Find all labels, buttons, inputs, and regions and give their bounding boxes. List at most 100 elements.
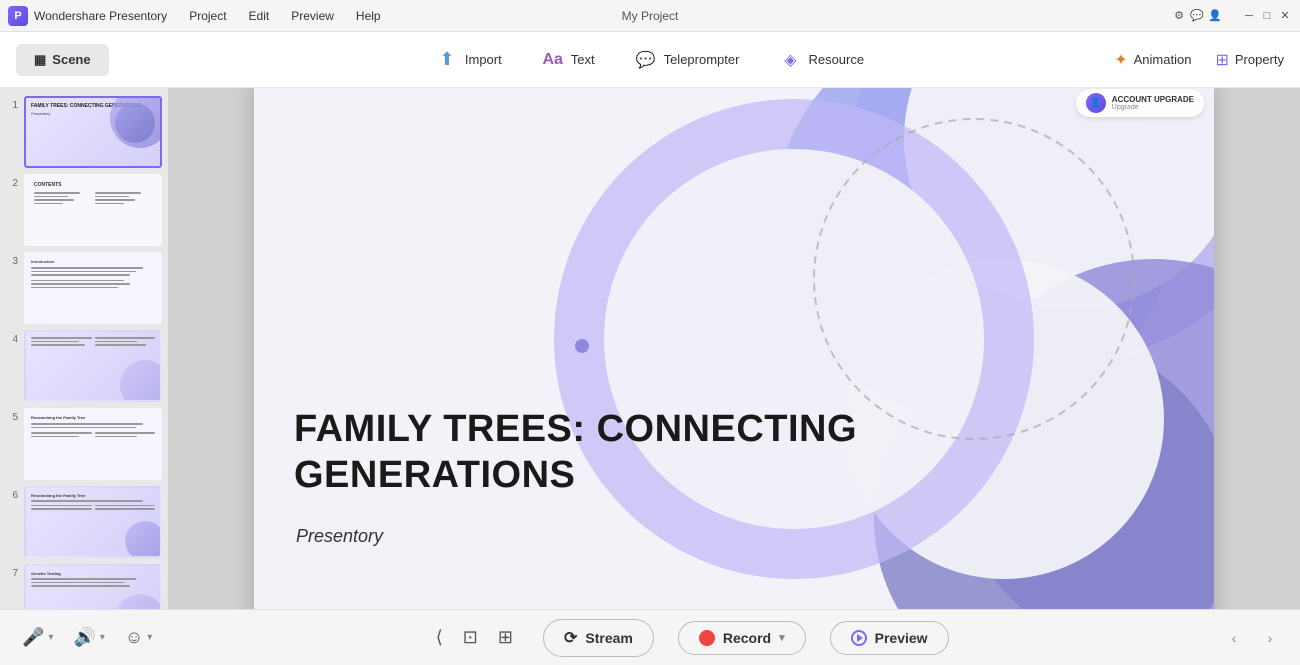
- toolbar-teleprompter[interactable]: 💬 Teleprompter: [631, 43, 744, 77]
- scene-icon: ▦: [34, 52, 46, 68]
- play-triangle: [857, 634, 863, 642]
- teleprompter-icon: 💬: [635, 49, 657, 71]
- slide-number-7: 7: [6, 564, 18, 579]
- toolbar-import[interactable]: ⬆ Import: [432, 43, 506, 77]
- minimize-button[interactable]: ─: [1242, 9, 1256, 23]
- main-content: 1 FAMILY TREES: CONNECTING GENERATIONS P…: [0, 88, 1300, 609]
- text-icon: Aa: [542, 49, 564, 71]
- animation-label: Animation: [1134, 52, 1192, 67]
- scene-button[interactable]: ▦ Scene: [16, 44, 109, 76]
- slide-subtitle: Presentory: [296, 526, 383, 547]
- slide-prev-icon[interactable]: ⟨: [430, 623, 449, 652]
- toolbar-text[interactable]: Aa Text: [538, 43, 599, 77]
- volume-chevron: ▾: [100, 632, 105, 643]
- preview-label: Preview: [875, 630, 928, 646]
- toolbar: ▦ Scene ⬆ Import Aa Text 💬 Teleprompter …: [0, 32, 1300, 88]
- volume-button[interactable]: 🔊 ▾: [67, 623, 110, 652]
- menu-preview[interactable]: Preview: [281, 6, 344, 26]
- import-label: Import: [465, 52, 502, 67]
- mic-icon: 🎤: [22, 627, 44, 648]
- volume-icon: 🔊: [73, 627, 95, 648]
- account-badge[interactable]: 👤 ACCOUNT UPGRADE Upgrade: [1076, 89, 1204, 117]
- slide-controls: ⟨ ⊡ ⊞: [430, 623, 519, 652]
- bottom-bar: 🎤 ▾ 🔊 ▾ ☺ ▾ ⟨ ⊡ ⊞ ⟳ Stream Record ▾: [0, 609, 1300, 665]
- slide-thumb-2[interactable]: CONTENTS: [24, 174, 162, 246]
- slide-number-5: 5: [6, 408, 18, 423]
- mic-button[interactable]: 🎤 ▾: [16, 623, 59, 652]
- nav-prev-button[interactable]: ‹: [1220, 624, 1248, 652]
- title-bar-left: P Wondershare Presentory Project Edit Pr…: [8, 6, 391, 26]
- bottom-center: ⟨ ⊡ ⊞ ⟳ Stream Record ▾ Preview: [430, 619, 949, 657]
- window-title: My Project: [622, 9, 679, 23]
- slide-item-4[interactable]: 4: [6, 330, 162, 402]
- slide-number-4: 4: [6, 330, 18, 345]
- emoji-chevron: ▾: [147, 632, 152, 643]
- toolbar-resource[interactable]: ◈ Resource: [775, 43, 868, 77]
- toolbar-center: ⬆ Import Aa Text 💬 Teleprompter ◈ Resour…: [432, 43, 868, 77]
- stream-label: Stream: [585, 630, 632, 646]
- menu-project[interactable]: Project: [179, 6, 236, 26]
- slide-panel-icon[interactable]: ⊡: [457, 623, 484, 652]
- resource-icon: ◈: [779, 49, 801, 71]
- app-name: Wondershare Presentory: [34, 9, 167, 23]
- slide-number-2: 2: [6, 174, 18, 189]
- resource-label: Resource: [808, 52, 864, 67]
- slide-number-6: 6: [6, 486, 18, 501]
- preview-icon: [851, 630, 867, 646]
- text-label: Text: [571, 52, 595, 67]
- slide-item-7[interactable]: 7 Genetic Testing: [6, 564, 162, 609]
- slide-thumb-1[interactable]: FAMILY TREES: CONNECTING GENERATIONS Pre…: [24, 96, 162, 168]
- teleprompter-label: Teleprompter: [664, 52, 740, 67]
- property-label: Property: [1235, 52, 1284, 67]
- toolbar-right: ✦ Animation ⊞ Property: [1114, 50, 1284, 70]
- slide-item-2[interactable]: 2 CONTENTS: [6, 174, 162, 246]
- slide-thumb-6[interactable]: Researching the Family Tree: [24, 486, 162, 558]
- canvas-area: FAMILY TREES: CONNECTING GENERATIONS Pre…: [168, 88, 1300, 609]
- nav-next-button[interactable]: ›: [1256, 624, 1284, 652]
- toolbar-left: ▦ Scene: [16, 44, 109, 76]
- animation-button[interactable]: ✦ Animation: [1114, 50, 1191, 70]
- settings-icon[interactable]: ⚙: [1172, 9, 1186, 23]
- record-button[interactable]: Record ▾: [678, 621, 806, 655]
- menu-bar: Project Edit Preview Help: [179, 6, 390, 26]
- bottom-left: 🎤 ▾ 🔊 ▾ ☺ ▾: [16, 623, 158, 652]
- slide-title: FAMILY TREES: CONNECTING GENERATIONS: [294, 407, 1054, 498]
- record-label: Record: [723, 630, 771, 646]
- app-logo: P Wondershare Presentory: [8, 6, 167, 26]
- slide-item-6[interactable]: 6 Researching the Family Tree: [6, 486, 162, 558]
- close-button[interactable]: ✕: [1278, 9, 1292, 23]
- title-bar-right: ⚙ 💬 👤 ─ □ ✕: [1172, 9, 1292, 23]
- maximize-button[interactable]: □: [1260, 9, 1274, 23]
- title-bar: P Wondershare Presentory Project Edit Pr…: [0, 0, 1300, 32]
- property-icon: ⊞: [1215, 50, 1228, 70]
- slide-item-1[interactable]: 1 FAMILY TREES: CONNECTING GENERATIONS P…: [6, 96, 162, 168]
- slide-thumb-7[interactable]: Genetic Testing: [24, 564, 162, 609]
- mic-chevron: ▾: [48, 632, 53, 643]
- slide-thumb-4[interactable]: [24, 330, 162, 402]
- slide-next-icon[interactable]: ⊞: [492, 623, 519, 652]
- stream-button[interactable]: ⟳ Stream: [543, 619, 654, 657]
- slide-panel[interactable]: 1 FAMILY TREES: CONNECTING GENERATIONS P…: [0, 88, 168, 609]
- emoji-button[interactable]: ☺ ▾: [119, 623, 158, 652]
- property-button[interactable]: ⊞ Property: [1215, 50, 1284, 70]
- record-icon: [699, 630, 715, 646]
- menu-edit[interactable]: Edit: [239, 6, 280, 26]
- account-info: ACCOUNT UPGRADE Upgrade: [1112, 95, 1194, 111]
- bottom-right: ‹ ›: [1220, 624, 1284, 652]
- slide-thumb-3[interactable]: Introduction: [24, 252, 162, 324]
- menu-help[interactable]: Help: [346, 6, 391, 26]
- slide-thumb-5[interactable]: Researching the Family Tree: [24, 408, 162, 480]
- account-avatar: 👤: [1086, 93, 1106, 113]
- account-upgrade-label: ACCOUNT UPGRADE: [1112, 95, 1194, 104]
- slide-number-1: 1: [6, 96, 18, 111]
- preview-button[interactable]: Preview: [830, 621, 949, 655]
- emoji-icon: ☺: [125, 627, 143, 648]
- slide-item-5[interactable]: 5 Researching the Family Tree: [6, 408, 162, 480]
- account-sublabel: Upgrade: [1112, 104, 1194, 111]
- account-icon[interactable]: 👤: [1208, 9, 1222, 23]
- slide-item-3[interactable]: 3 Introduction: [6, 252, 162, 324]
- record-chevron: ▾: [779, 631, 785, 644]
- chat-icon[interactable]: 💬: [1190, 9, 1204, 23]
- slide-canvas: FAMILY TREES: CONNECTING GENERATIONS Pre…: [254, 88, 1214, 609]
- import-icon: ⬆: [436, 49, 458, 71]
